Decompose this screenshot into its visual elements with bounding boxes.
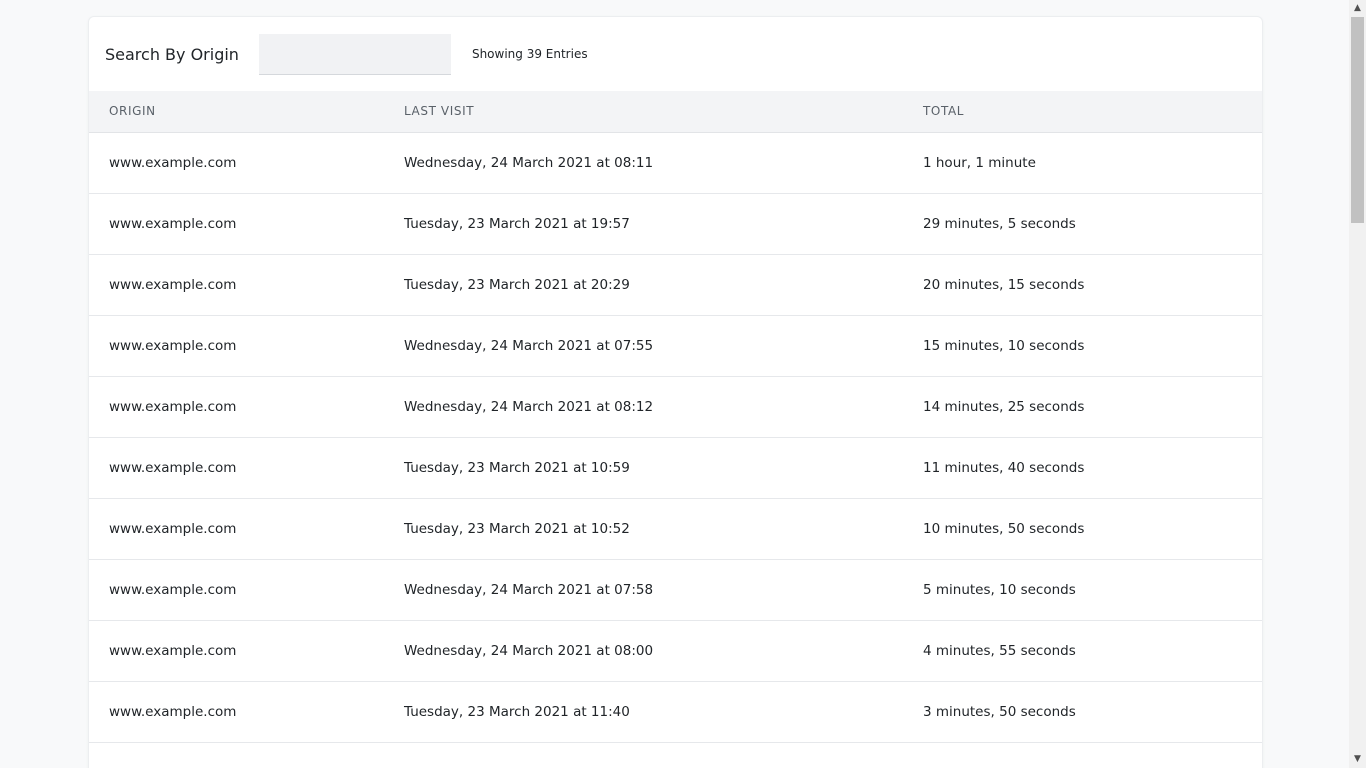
cell-total: 14 minutes, 25 seconds	[923, 399, 1085, 415]
table-row: www.example.com Wednesday, 24 March 2021…	[89, 621, 1262, 682]
column-header-last-visit[interactable]: LAST VISIT	[404, 91, 474, 132]
cell-origin: www.example.com	[109, 338, 237, 354]
column-header-total[interactable]: TOTAL	[923, 91, 964, 132]
cell-origin: www.example.com	[109, 216, 237, 232]
cell-last-visit: Tuesday, 23 March 2021 at 10:52	[404, 521, 630, 537]
cell-origin: www.example.com	[109, 399, 237, 415]
cell-total: 11 minutes, 40 seconds	[923, 460, 1085, 476]
cell-total: 5 minutes, 10 seconds	[923, 582, 1076, 598]
cell-total: 3 minutes, 50 seconds	[923, 704, 1076, 720]
table-row: www.example.com Tuesday, 23 March 2021 a…	[89, 682, 1262, 743]
cell-last-visit: Wednesday, 24 March 2021 at 07:55	[404, 338, 654, 354]
cell-last-visit: Tuesday, 23 March 2021 at 11:40	[404, 704, 630, 720]
table-row: www.example.com Tuesday, 23 March 2021 a…	[89, 194, 1262, 255]
table-row: www.example.com Tuesday, 23 March 2021 a…	[89, 438, 1262, 499]
cell-origin: www.example.com	[109, 460, 237, 476]
table-row: www.example.com Tuesday, 23 March 2021 a…	[89, 499, 1262, 560]
page: Search By Origin Showing 39 Entries ORIG…	[0, 0, 1366, 768]
cell-last-visit: Tuesday, 23 March 2021 at 19:57	[404, 216, 630, 232]
table-header: ORIGIN LAST VISIT TOTAL	[89, 91, 1262, 133]
cell-total: 4 minutes, 55 seconds	[923, 643, 1076, 659]
cell-total: 10 minutes, 50 seconds	[923, 521, 1085, 537]
scrollbar-thumb[interactable]	[1351, 17, 1364, 223]
cell-last-visit: Wednesday, 24 March 2021 at 08:11	[404, 155, 654, 171]
table-row: www.example.com Wednesday, 24 March 2021…	[89, 377, 1262, 438]
cell-origin: www.example.com	[109, 155, 237, 171]
entries-card: Search By Origin Showing 39 Entries ORIG…	[88, 16, 1263, 768]
cell-last-visit: Wednesday, 24 March 2021 at 08:00	[404, 643, 654, 659]
cell-total: 20 minutes, 15 seconds	[923, 277, 1085, 293]
triangle-up-icon[interactable]: ▲	[1349, 0, 1366, 17]
cell-origin: www.example.com	[109, 704, 237, 720]
cell-origin: www.example.com	[109, 277, 237, 293]
cell-total: 29 minutes, 5 seconds	[923, 216, 1076, 232]
cell-origin: www.example.com	[109, 582, 237, 598]
cell-last-visit: Wednesday, 24 March 2021 at 07:58	[404, 582, 654, 598]
table-row: www.example.com Wednesday, 24 March 2021…	[89, 316, 1262, 377]
cell-last-visit: Tuesday, 23 March 2021 at 10:59	[404, 460, 630, 476]
cell-origin: www.example.com	[109, 643, 237, 659]
cell-total: 1 hour, 1 minute	[923, 155, 1036, 171]
entries-count-text: Showing 39 Entries	[471, 47, 588, 61]
table-body: www.example.com Wednesday, 24 March 2021…	[89, 133, 1262, 743]
cell-total: 15 minutes, 10 seconds	[923, 338, 1085, 354]
vertical-scrollbar[interactable]: ▲ ▼	[1349, 0, 1366, 768]
triangle-down-icon[interactable]: ▼	[1349, 751, 1366, 768]
column-header-origin[interactable]: ORIGIN	[109, 91, 156, 132]
table-row: www.example.com Tuesday, 23 March 2021 a…	[89, 255, 1262, 316]
search-input[interactable]	[258, 33, 451, 75]
cell-origin: www.example.com	[109, 521, 237, 537]
cell-last-visit: Wednesday, 24 March 2021 at 08:12	[404, 399, 654, 415]
table-row: www.example.com Wednesday, 24 March 2021…	[89, 560, 1262, 621]
search-label: Search By Origin	[105, 44, 239, 64]
cell-last-visit: Tuesday, 23 March 2021 at 20:29	[404, 277, 630, 293]
toolbar: Search By Origin Showing 39 Entries	[89, 17, 1262, 91]
table-row: www.example.com Wednesday, 24 March 2021…	[89, 133, 1262, 194]
